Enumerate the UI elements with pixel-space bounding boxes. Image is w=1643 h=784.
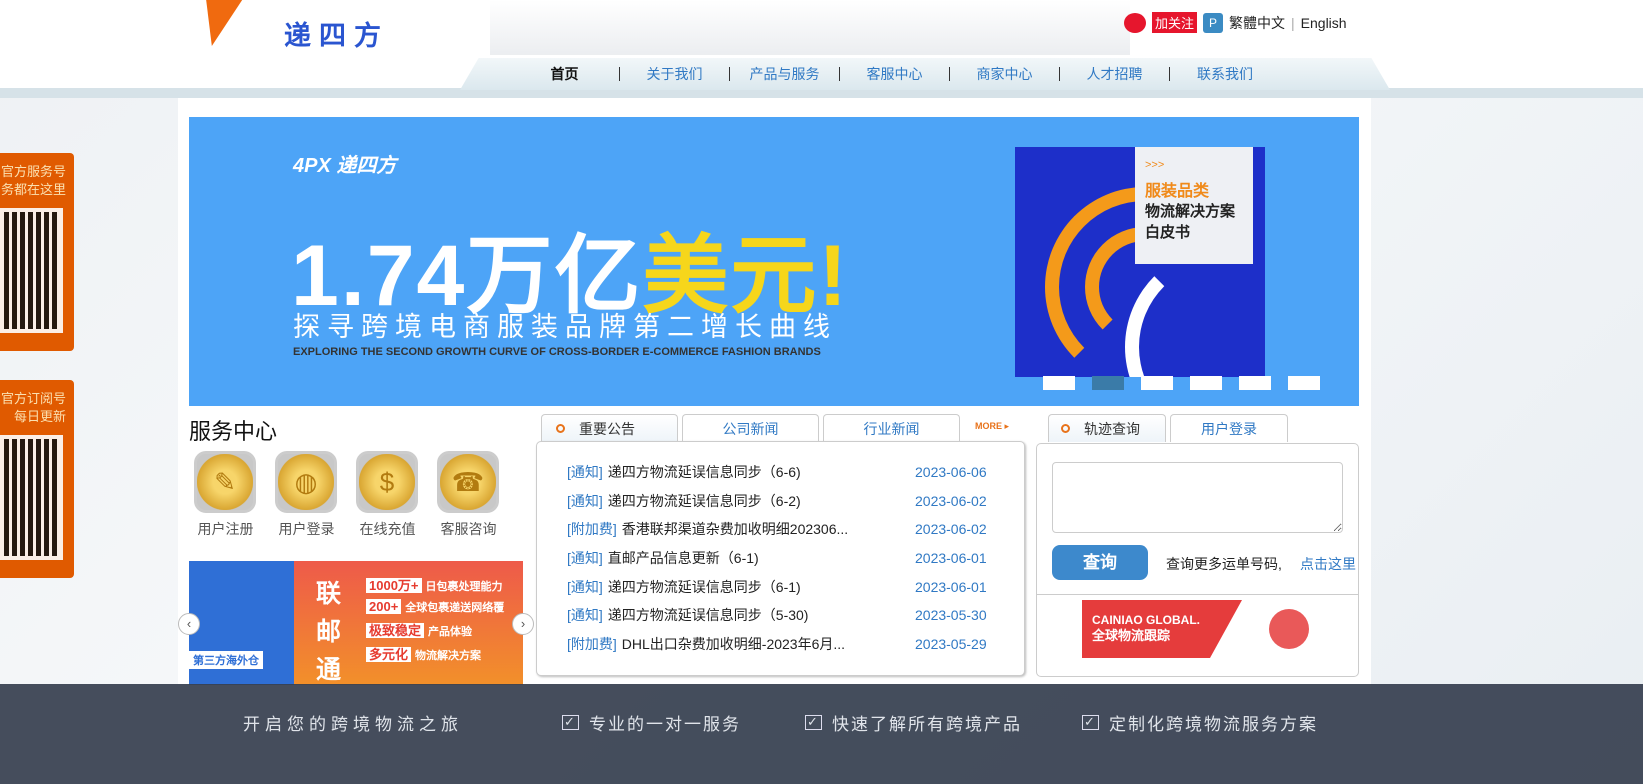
bullet-icon	[556, 424, 565, 433]
news-item[interactable]: [通知] 递四方物流延误信息同步（6-2) 2023-06-02	[537, 487, 1024, 516]
qr-caption: 务都在这里	[0, 182, 66, 197]
service-shortcuts: ✎ 用户注册 ◍ 用户登录 $ 在线充值 ☎ 客服咨询	[194, 451, 500, 539]
news-list: [通知] 递四方物流延误信息同步（6-6) 2023-06-06 [通知] 递四方物流…	[536, 441, 1025, 676]
weibo-follow-button[interactable]: 加关注	[1152, 12, 1198, 33]
news-item[interactable]: [通知] 递四方物流延误信息同步（6-6) 2023-06-06	[537, 458, 1024, 487]
tab-announcements[interactable]: 重要公告	[541, 414, 678, 442]
globe-icon	[1269, 609, 1309, 649]
slide-dot[interactable]	[1239, 376, 1271, 390]
logo-mark-icon	[193, 0, 243, 46]
slide-dot-active[interactable]	[1092, 376, 1124, 390]
service-account-box: 官方服务号 务都在这里	[0, 153, 74, 351]
banner-english: EXPLORING THE SECOND GROWTH CURVE OF CRO…	[293, 346, 821, 358]
news-tabs: 重要公告 公司新闻 行业新闻	[541, 414, 960, 442]
shortcut-label: 在线充值	[359, 521, 416, 537]
nav-products[interactable]: 产品与服务	[730, 67, 840, 81]
news-item[interactable]: [通知] 递四方物流延误信息同步（5-30) 2023-05-30	[537, 601, 1024, 630]
footer-item[interactable]: ✓ 快速了解所有跨境产品	[805, 710, 1022, 735]
qr-code	[0, 208, 63, 333]
click-here-link[interactable]: 点击这里	[1300, 554, 1356, 574]
query-button[interactable]: 查询	[1052, 545, 1148, 580]
qr-caption: 每日更新	[13, 409, 66, 424]
slide-dot[interactable]	[1043, 376, 1075, 390]
dollar-icon: $	[356, 451, 418, 513]
news-item[interactable]: [通知] 递四方物流延误信息同步（6-1) 2023-06-01	[537, 572, 1024, 601]
tab-user-login[interactable]: 用户登录	[1170, 414, 1288, 442]
checkbox-icon: ✓	[1082, 715, 1099, 730]
nav-customer-service[interactable]: 客服中心	[840, 67, 950, 81]
tracking-panel: 查询 查询更多运单号码, 点击这里 CAINIAO GLOBAL. 全球物流跟踪	[1036, 443, 1359, 677]
translate-icon: P	[1203, 12, 1224, 33]
tracking-tabs: 轨迹查询 用户登录	[1048, 414, 1288, 442]
more-link[interactable]: MORE ▸	[975, 421, 1009, 432]
slide-dot[interactable]	[1190, 376, 1222, 390]
tab-tracking[interactable]: 轨迹查询	[1048, 414, 1166, 442]
cainiao-tracking-banner[interactable]: CAINIAO GLOBAL. 全球物流跟踪	[1082, 600, 1242, 658]
checkbox-icon: ✓	[805, 715, 822, 730]
slide-dot[interactable]	[1288, 376, 1320, 390]
lianyoutong-slide[interactable]: 联邮通 1000万+ 日包裹处理能力 200+ 全球包裹递送网络覆 极致稳定 产品体验…	[294, 561, 523, 685]
service-center-title: 服务中心	[189, 419, 278, 444]
promo-carousel[interactable]: 第三方海外仓 联邮通 1000万+ 日包裹处理能力 200+ 全球包裹递送网络覆 极…	[189, 561, 523, 685]
phone-icon: ☎	[437, 451, 499, 513]
traditional-chinese-link[interactable]: 繁體中文	[1229, 13, 1285, 33]
news-item[interactable]: [通知] 直邮产品信息更新（6-1) 2023-06-01	[537, 544, 1024, 573]
logo-text: 递四方	[284, 21, 389, 51]
login-shortcut[interactable]: ◍ 用户登录	[275, 451, 338, 539]
register-icon: ✎	[194, 451, 256, 513]
divider: |	[1291, 14, 1295, 31]
weibo-icon[interactable]	[1124, 12, 1146, 33]
footer-item[interactable]: ✓ 专业的一对一服务	[562, 710, 741, 735]
shortcut-label: 客服咨询	[440, 521, 497, 537]
qr-code	[0, 435, 63, 560]
carousel-next-button[interactable]: ›	[512, 613, 534, 635]
subscription-account-box: 官方订阅号 每日更新	[0, 380, 74, 578]
banner-brand: 4PX 递四方	[293, 155, 397, 177]
tracking-number-input[interactable]	[1052, 462, 1343, 533]
nav-merchant[interactable]: 商家中心	[950, 67, 1060, 81]
banner-subtitle: 探寻跨境电商服装品牌第二增长曲线	[293, 312, 837, 342]
skyline-image	[490, 0, 1130, 55]
nav-about[interactable]: 关于我们	[620, 67, 730, 81]
recharge-shortcut[interactable]: $ 在线充值	[356, 451, 419, 539]
news-item[interactable]: [附加费] DHL出口杂费加收明细-2023年6月... 2023-05-29	[537, 630, 1024, 659]
tab-industry-news[interactable]: 行业新闻	[823, 414, 960, 442]
shortcut-label: 用户注册	[197, 521, 254, 537]
news-item[interactable]: [附加费] 香港联邦渠道杂费加收明细202306... 2023-06-02	[537, 515, 1024, 544]
shortcut-label: 用户登录	[278, 521, 335, 537]
footer-bar: 开启您的跨境物流之旅 ✓ 专业的一对一服务 ✓ 快速了解所有跨境产品 ✓ 定制化跨境物…	[0, 684, 1643, 784]
qr-caption: 官方订阅号	[0, 391, 66, 406]
support-shortcut[interactable]: ☎ 客服咨询	[437, 451, 500, 539]
qr-caption: 官方服务号	[0, 164, 66, 179]
whitepaper-card: >>> 服装品类 物流解决方案 白皮书	[1135, 147, 1253, 264]
tab-company-news[interactable]: 公司新闻	[682, 414, 819, 442]
english-link[interactable]: English	[1301, 15, 1347, 31]
checkbox-icon: ✓	[562, 715, 579, 730]
footer-title: 开启您的跨境物流之旅	[243, 715, 463, 734]
nav-contact[interactable]: 联系我们	[1170, 67, 1280, 81]
header: 递四方 加关注 P 繁體中文 | English 首页 关于我们 产品与服务 客…	[0, 0, 1643, 98]
banner-pagination	[1043, 376, 1320, 390]
more-tracking-text: 查询更多运单号码,	[1166, 556, 1282, 572]
logo[interactable]: 递四方	[193, 0, 420, 51]
nav-careers[interactable]: 人才招聘	[1060, 67, 1170, 81]
nav-home[interactable]: 首页	[510, 67, 620, 81]
overseas-warehouse-slide[interactable]: 第三方海外仓	[189, 561, 294, 685]
main-nav: 首页 关于我们 产品与服务 客服中心 商家中心 人才招聘 联系我们	[460, 58, 1390, 90]
bullet-icon	[1061, 424, 1070, 433]
globe-icon: ◍	[275, 451, 337, 513]
carousel-prev-button[interactable]: ‹	[178, 613, 200, 635]
register-shortcut[interactable]: ✎ 用户注册	[194, 451, 257, 539]
hero-banner[interactable]: 4PX 递四方 1.74万亿美元! 探寻跨境电商服装品牌第二增长曲线 EXPLO…	[189, 117, 1359, 406]
slide-dot[interactable]	[1141, 376, 1173, 390]
footer-item[interactable]: ✓ 定制化跨境物流服务方案	[1082, 710, 1318, 735]
